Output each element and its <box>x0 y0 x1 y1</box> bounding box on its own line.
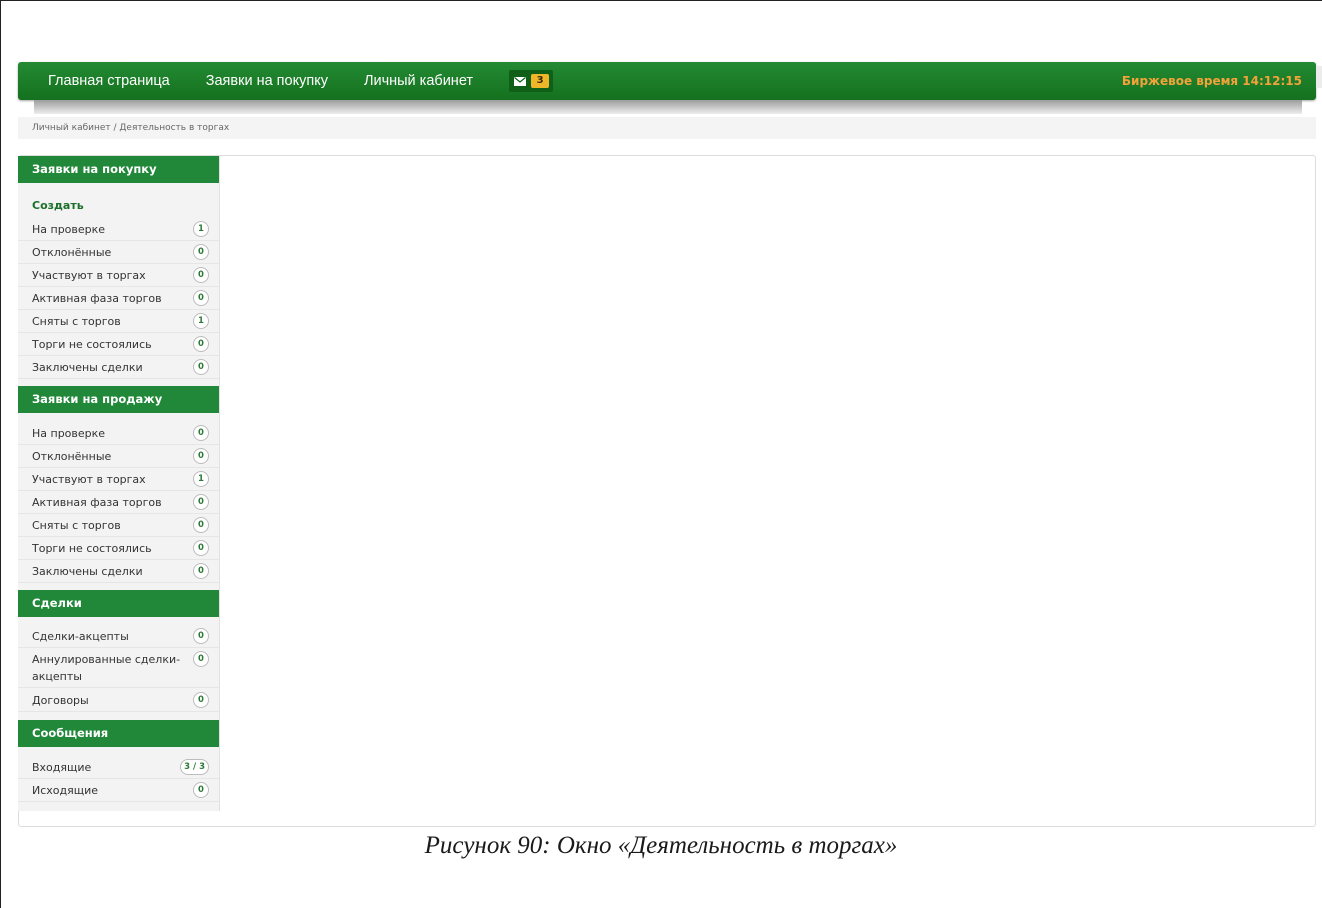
sidebar-section-buy-requests: Заявки на покупку <box>18 156 219 183</box>
nav-link-personal-account[interactable]: Личный кабинет <box>364 73 473 89</box>
count-badge: 0 <box>193 494 209 510</box>
count-badge: 0 <box>193 563 209 579</box>
sidebar-item-outbox[interactable]: Исходящие 0 <box>18 779 219 802</box>
sidebar-item-buy-withdrawn[interactable]: Сняты с торгов 1 <box>18 310 219 333</box>
count-badge: 0 <box>193 267 209 283</box>
create-request-link[interactable]: Создать <box>32 199 84 212</box>
sidebar-item-sell-deals-closed[interactable]: Заключены сделки 0 <box>18 560 219 583</box>
sidebar-item-label-continuation: акцепты <box>32 670 82 683</box>
nav-edge-decoration <box>1316 66 1322 88</box>
page-border-top <box>0 0 1322 1</box>
count-badge: 1 <box>193 471 209 487</box>
top-nav-bar: Главная страница Заявки на покупку Личны… <box>18 62 1316 100</box>
count-badge: 0 <box>193 244 209 260</box>
messages-button[interactable]: 3 <box>509 70 554 92</box>
sidebar-item-inbox[interactable]: Входящие 3 / 3 <box>18 756 219 779</box>
sidebar-item-buy-deals-closed[interactable]: Заключены сделки 0 <box>18 356 219 379</box>
exchange-time: Биржевое время 14:12:15 <box>1121 74 1302 88</box>
sidebar-item-sell-on-review[interactable]: На проверке 0 <box>18 422 219 445</box>
count-badge: 0 <box>193 336 209 352</box>
page-border-left <box>0 0 1 908</box>
sidebar-item-contracts[interactable]: Договоры 0 <box>18 689 219 712</box>
count-badge: 0 <box>193 628 209 644</box>
nav-link-purchase-requests[interactable]: Заявки на покупку <box>206 73 328 89</box>
sidebar-item-label: Активная фаза торгов <box>32 496 162 509</box>
count-badge: 0 <box>193 359 209 375</box>
sidebar-item-sell-withdrawn[interactable]: Сняты с торгов 0 <box>18 514 219 537</box>
sidebar: Заявки на покупку Создать На проверке 1 … <box>18 156 220 811</box>
sidebar-section-messages: Сообщения <box>18 720 219 747</box>
nav-shadow-bar <box>34 100 1302 114</box>
sidebar-item-label: Участвуют в торгах <box>32 269 146 282</box>
sidebar-item-buy-rejected[interactable]: Отклонённые 0 <box>18 241 219 264</box>
unread-messages-badge: 3 <box>531 74 550 88</box>
sidebar-item-buy-on-review[interactable]: На проверке 1 <box>18 218 219 241</box>
count-badge: 0 <box>193 540 209 556</box>
sidebar-item-buy-active-phase[interactable]: Активная фаза торгов 0 <box>18 287 219 310</box>
breadcrumb: Личный кабинет / Деятельность в торгах <box>18 117 1316 139</box>
sidebar-item-label: Сняты с торгов <box>32 315 121 328</box>
sidebar-item-label: На проверке <box>32 427 106 440</box>
count-badge: 0 <box>193 651 209 667</box>
count-badge: 0 <box>193 290 209 306</box>
count-badge: 0 <box>193 782 209 798</box>
sidebar-item-label: Торги не состоялись <box>32 338 152 351</box>
count-badge: 0 <box>193 425 209 441</box>
count-badge: 0 <box>193 692 209 708</box>
sidebar-item-label: Сделки-акцепты <box>32 630 129 643</box>
sidebar-item-accept-deals[interactable]: Сделки-акцепты 0 <box>18 625 219 648</box>
sidebar-item-label: Участвуют в торгах <box>32 473 146 486</box>
sidebar-section-deals: Сделки <box>18 590 219 617</box>
sidebar-item-label: Аннулированные сделки- <box>32 653 181 666</box>
sidebar-item-buy-failed-trades[interactable]: Торги не состоялись 0 <box>18 333 219 356</box>
sidebar-item-label: Торги не состоялись <box>32 542 152 555</box>
sidebar-item-sell-rejected[interactable]: Отклонённые 0 <box>18 445 219 468</box>
envelope-icon <box>514 76 527 86</box>
sidebar-item-label: Сняты с торгов <box>32 519 121 532</box>
sidebar-item-label: Входящие <box>32 761 92 774</box>
count-badge: 0 <box>193 448 209 464</box>
sidebar-section-sell-requests: Заявки на продажу <box>18 386 219 413</box>
sidebar-item-label: Активная фаза торгов <box>32 292 162 305</box>
sidebar-item-label: На проверке <box>32 223 106 236</box>
sidebar-item-cancelled-accept-deals[interactable]: Аннулированные сделки- акцепты 0 <box>18 648 219 688</box>
sidebar-item-sell-failed-trades[interactable]: Торги не состоялись 0 <box>18 537 219 560</box>
sidebar-item-label: Договоры <box>32 694 89 707</box>
sidebar-item-buy-in-trading[interactable]: Участвуют в торгах 0 <box>18 264 219 287</box>
nav-link-home[interactable]: Главная страница <box>48 73 170 89</box>
sidebar-item-label: Отклонённые <box>32 450 112 463</box>
count-badge: 1 <box>193 221 209 237</box>
count-badge: 1 <box>193 313 209 329</box>
count-badge: 3 / 3 <box>180 759 209 775</box>
sidebar-item-label: Исходящие <box>32 784 99 797</box>
sidebar-item-sell-active-phase[interactable]: Активная фаза торгов 0 <box>18 491 219 514</box>
figure-caption: Рисунок 90: Окно «Деятельность в торгах» <box>424 832 898 859</box>
sidebar-item-sell-in-trading[interactable]: Участвуют в торгах 1 <box>18 468 219 491</box>
count-badge: 0 <box>193 517 209 533</box>
sidebar-item-label: Заключены сделки <box>32 565 143 578</box>
sidebar-item-label: Отклонённые <box>32 246 112 259</box>
sidebar-item-label: Заключены сделки <box>32 361 143 374</box>
